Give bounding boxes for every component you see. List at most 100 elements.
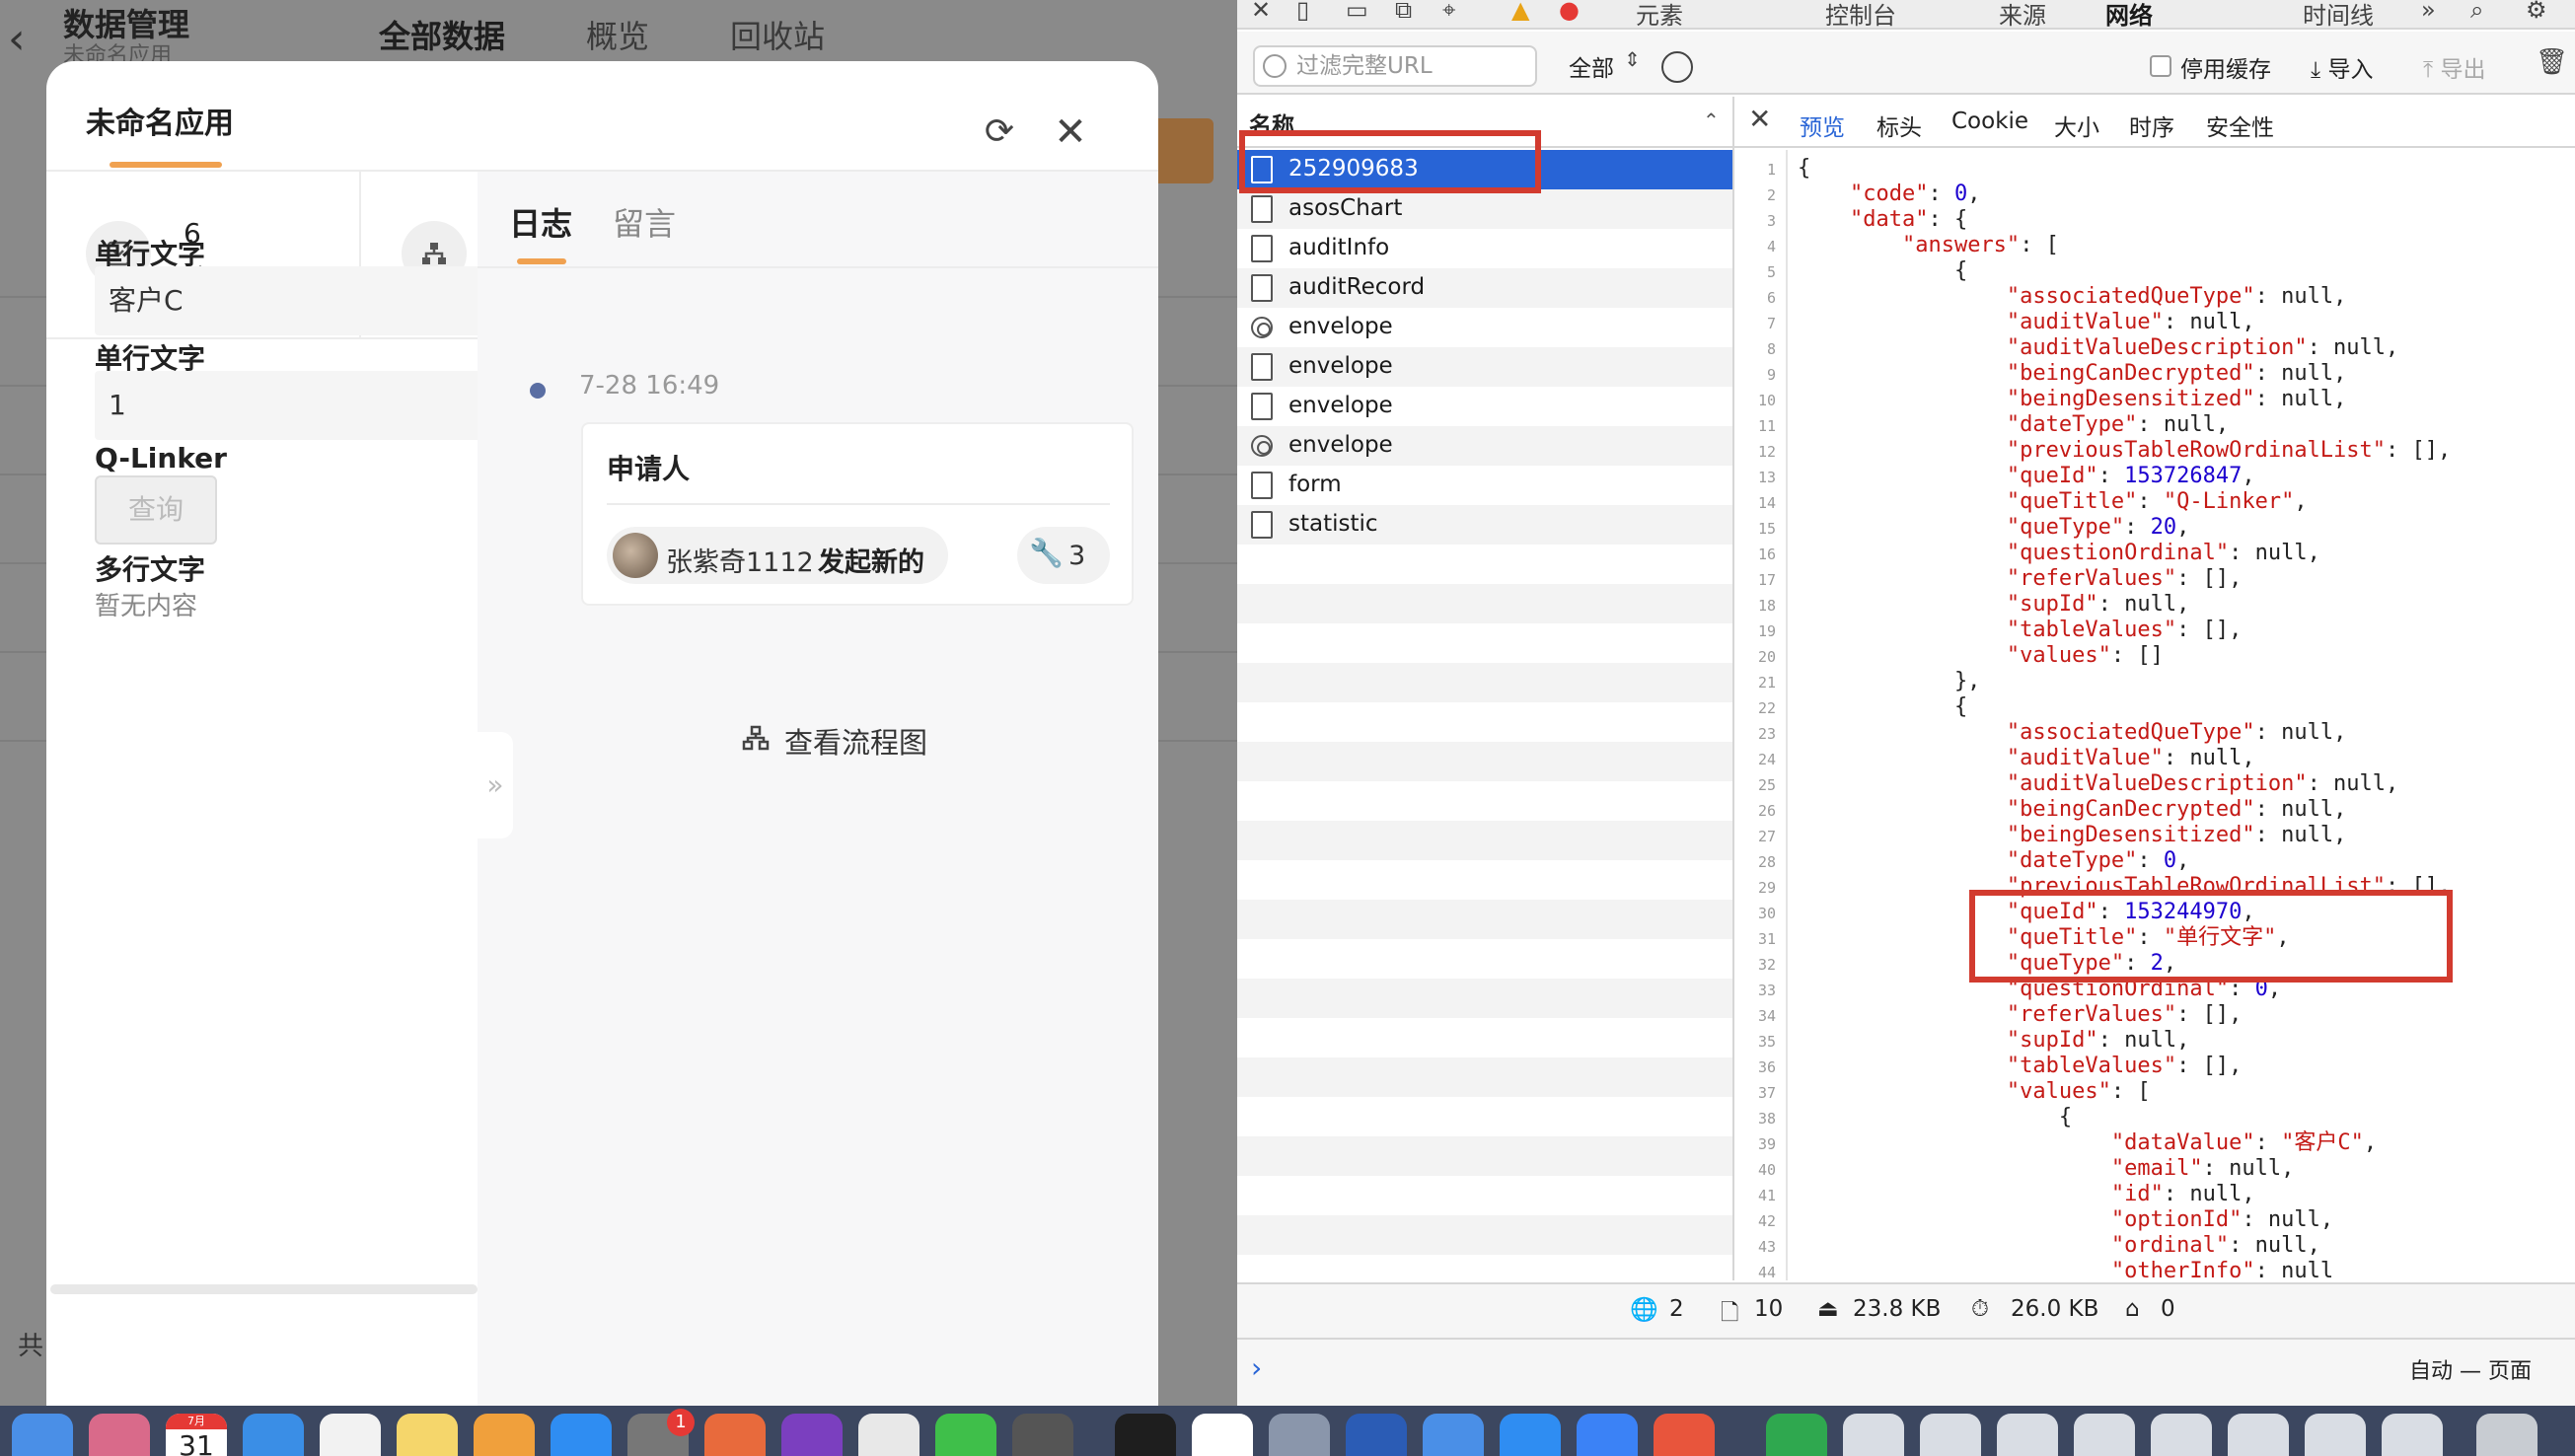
request-row[interactable]: statistic bbox=[1237, 505, 1732, 545]
empty-row bbox=[1237, 1097, 1732, 1136]
safari-icon[interactable] bbox=[243, 1414, 304, 1456]
app-store-icon[interactable] bbox=[551, 1414, 612, 1456]
line-number: 3 bbox=[1766, 212, 1776, 230]
firefox-icon[interactable] bbox=[781, 1414, 843, 1456]
close-preview-icon[interactable]: ✕ bbox=[1748, 103, 1771, 135]
view-flow-chart-link[interactable]: 查看流程图 bbox=[784, 720, 927, 762]
timeline-time: 7-28 16:49 bbox=[579, 371, 720, 400]
launchpad-icon[interactable] bbox=[89, 1414, 150, 1456]
search-icon[interactable]: ⌕ bbox=[2470, 0, 2483, 24]
json-line: 14 "queTitle": "Q-Linker", bbox=[1734, 489, 2308, 515]
sort-up-icon[interactable]: ⌃ bbox=[1703, 109, 1720, 132]
pages-icon[interactable] bbox=[474, 1414, 535, 1456]
export-button[interactable]: ⤒ 导出 bbox=[2423, 50, 2485, 84]
horizontal-scrollbar[interactable] bbox=[50, 1284, 478, 1294]
empty-row bbox=[1237, 860, 1732, 900]
refresh-icon[interactable]: ⟳ bbox=[978, 110, 1021, 154]
trash-icon[interactable]: 🗑 bbox=[2536, 47, 2568, 77]
window-thumbnail[interactable] bbox=[2074, 1414, 2135, 1456]
spreadsheet-icon[interactable] bbox=[1766, 1414, 1827, 1456]
window-thumbnail[interactable] bbox=[1920, 1414, 1981, 1456]
filter-options-icon[interactable] bbox=[1661, 51, 1693, 83]
tab-timeline[interactable]: 时间线 bbox=[2303, 0, 2374, 31]
dock-bottom-icon[interactable]: ▭ bbox=[1346, 0, 1368, 24]
request-row[interactable]: asosChart bbox=[1237, 189, 1732, 229]
tab-console[interactable]: 控制台 bbox=[1825, 0, 1896, 31]
line-number: 34 bbox=[1757, 1007, 1776, 1025]
tab-preview[interactable]: 预览 bbox=[1800, 109, 1845, 142]
dock-side-icon[interactable]: ▯ bbox=[1296, 0, 1309, 24]
tab-elements[interactable]: 元素 bbox=[1636, 0, 1683, 31]
execution-context-select[interactable]: 自动 — 页面 bbox=[2409, 1353, 2532, 1385]
json-text: }, bbox=[1798, 669, 1981, 693]
console-prompt-icon[interactable]: › bbox=[1251, 1351, 1262, 1384]
word-icon[interactable] bbox=[1346, 1414, 1407, 1456]
tab-network[interactable]: 网络 bbox=[2105, 0, 2153, 31]
json-line: 25 "auditValueDescription": null, bbox=[1734, 771, 2398, 797]
window-thumbnail[interactable] bbox=[1997, 1414, 2058, 1456]
trash-icon[interactable] bbox=[2476, 1414, 2538, 1456]
chrome-icon[interactable] bbox=[858, 1414, 920, 1456]
mail-icon[interactable] bbox=[1423, 1414, 1484, 1456]
tab-headers[interactable]: 标头 bbox=[1876, 109, 1922, 142]
import-button[interactable]: ⤓ 导入 bbox=[2311, 50, 2373, 84]
request-row[interactable]: auditInfo bbox=[1237, 229, 1732, 268]
collapse-handle-icon[interactable]: » bbox=[478, 732, 513, 838]
timer-icon: ⏱ bbox=[1971, 1296, 1989, 1322]
swift-icon[interactable] bbox=[704, 1414, 766, 1456]
screen-recorder-icon[interactable] bbox=[1012, 1414, 1073, 1456]
request-name: auditRecord bbox=[1288, 274, 1426, 300]
tab-log[interactable]: 日志 bbox=[509, 199, 572, 245]
tab-recycle-bin[interactable]: 回收站 bbox=[730, 12, 825, 57]
window-thumbnail[interactable] bbox=[2305, 1414, 2366, 1456]
close-icon[interactable]: ✕ bbox=[1049, 110, 1092, 154]
terminal-icon[interactable] bbox=[1115, 1414, 1176, 1456]
disable-cache-checkbox[interactable] bbox=[2150, 55, 2171, 77]
json-line: 2 "code": 0, bbox=[1734, 182, 1981, 207]
wps-icon[interactable] bbox=[1192, 1414, 1253, 1456]
tab-all-data[interactable]: 全部数据 bbox=[379, 12, 505, 57]
line-number: 2 bbox=[1766, 186, 1776, 204]
tab-overview[interactable]: 概览 bbox=[586, 12, 649, 57]
json-text: { bbox=[1798, 1105, 2073, 1129]
error-icon[interactable]: ● bbox=[1559, 0, 1580, 24]
request-row[interactable]: auditRecord bbox=[1237, 268, 1732, 308]
window-thumbnail[interactable] bbox=[2382, 1414, 2443, 1456]
request-row[interactable]: envelope bbox=[1237, 426, 1732, 466]
request-row[interactable]: envelope bbox=[1237, 308, 1732, 347]
close-icon[interactable]: ✕ bbox=[1251, 0, 1271, 24]
request-row[interactable]: form bbox=[1237, 466, 1732, 505]
preview-icon[interactable] bbox=[1269, 1414, 1330, 1456]
resource-type-select[interactable]: 全部 bbox=[1569, 49, 1614, 83]
url-filter-input[interactable]: 过滤完整URL bbox=[1253, 45, 1537, 87]
back-icon[interactable]: ‹ bbox=[8, 14, 26, 64]
tab-security[interactable]: 安全性 bbox=[2206, 109, 2274, 142]
json-text: "tableValues": [], bbox=[2006, 1054, 2243, 1078]
tab-message[interactable]: 留言 bbox=[613, 199, 676, 245]
calendar-icon[interactable]: 7月 31 bbox=[166, 1414, 227, 1456]
reminders-icon[interactable] bbox=[320, 1414, 381, 1456]
gear-icon[interactable]: ⚙ bbox=[2526, 0, 2547, 24]
finder-icon[interactable] bbox=[12, 1414, 73, 1456]
undock-icon[interactable]: ⧉ bbox=[1395, 0, 1412, 24]
request-count: 2 bbox=[1669, 1296, 1684, 1322]
request-row[interactable]: envelope bbox=[1237, 347, 1732, 387]
resource-size: 26.0 KB bbox=[2011, 1296, 2099, 1322]
lark-icon[interactable] bbox=[1500, 1414, 1561, 1456]
more-tabs-icon[interactable]: » bbox=[2421, 0, 2436, 24]
dingtalk-icon[interactable] bbox=[1577, 1414, 1638, 1456]
media-player-icon[interactable] bbox=[1654, 1414, 1715, 1456]
inspect-icon[interactable]: ⌖ bbox=[1442, 0, 1456, 24]
window-thumbnail[interactable] bbox=[2228, 1414, 2289, 1456]
warning-icon[interactable]: ▲ bbox=[1511, 0, 1529, 24]
query-button[interactable]: 查询 bbox=[95, 475, 217, 545]
wechat-icon[interactable] bbox=[935, 1414, 996, 1456]
request-row[interactable]: envelope bbox=[1237, 387, 1732, 426]
window-thumbnail[interactable] bbox=[2151, 1414, 2212, 1456]
tab-sources[interactable]: 来源 bbox=[1999, 0, 2046, 31]
notes-icon[interactable] bbox=[397, 1414, 458, 1456]
tab-cookies[interactable]: Cookie bbox=[1951, 109, 2028, 134]
tab-size[interactable]: 大小 bbox=[2054, 109, 2099, 142]
window-thumbnail[interactable] bbox=[1843, 1414, 1904, 1456]
tab-timing[interactable]: 时序 bbox=[2129, 109, 2174, 142]
